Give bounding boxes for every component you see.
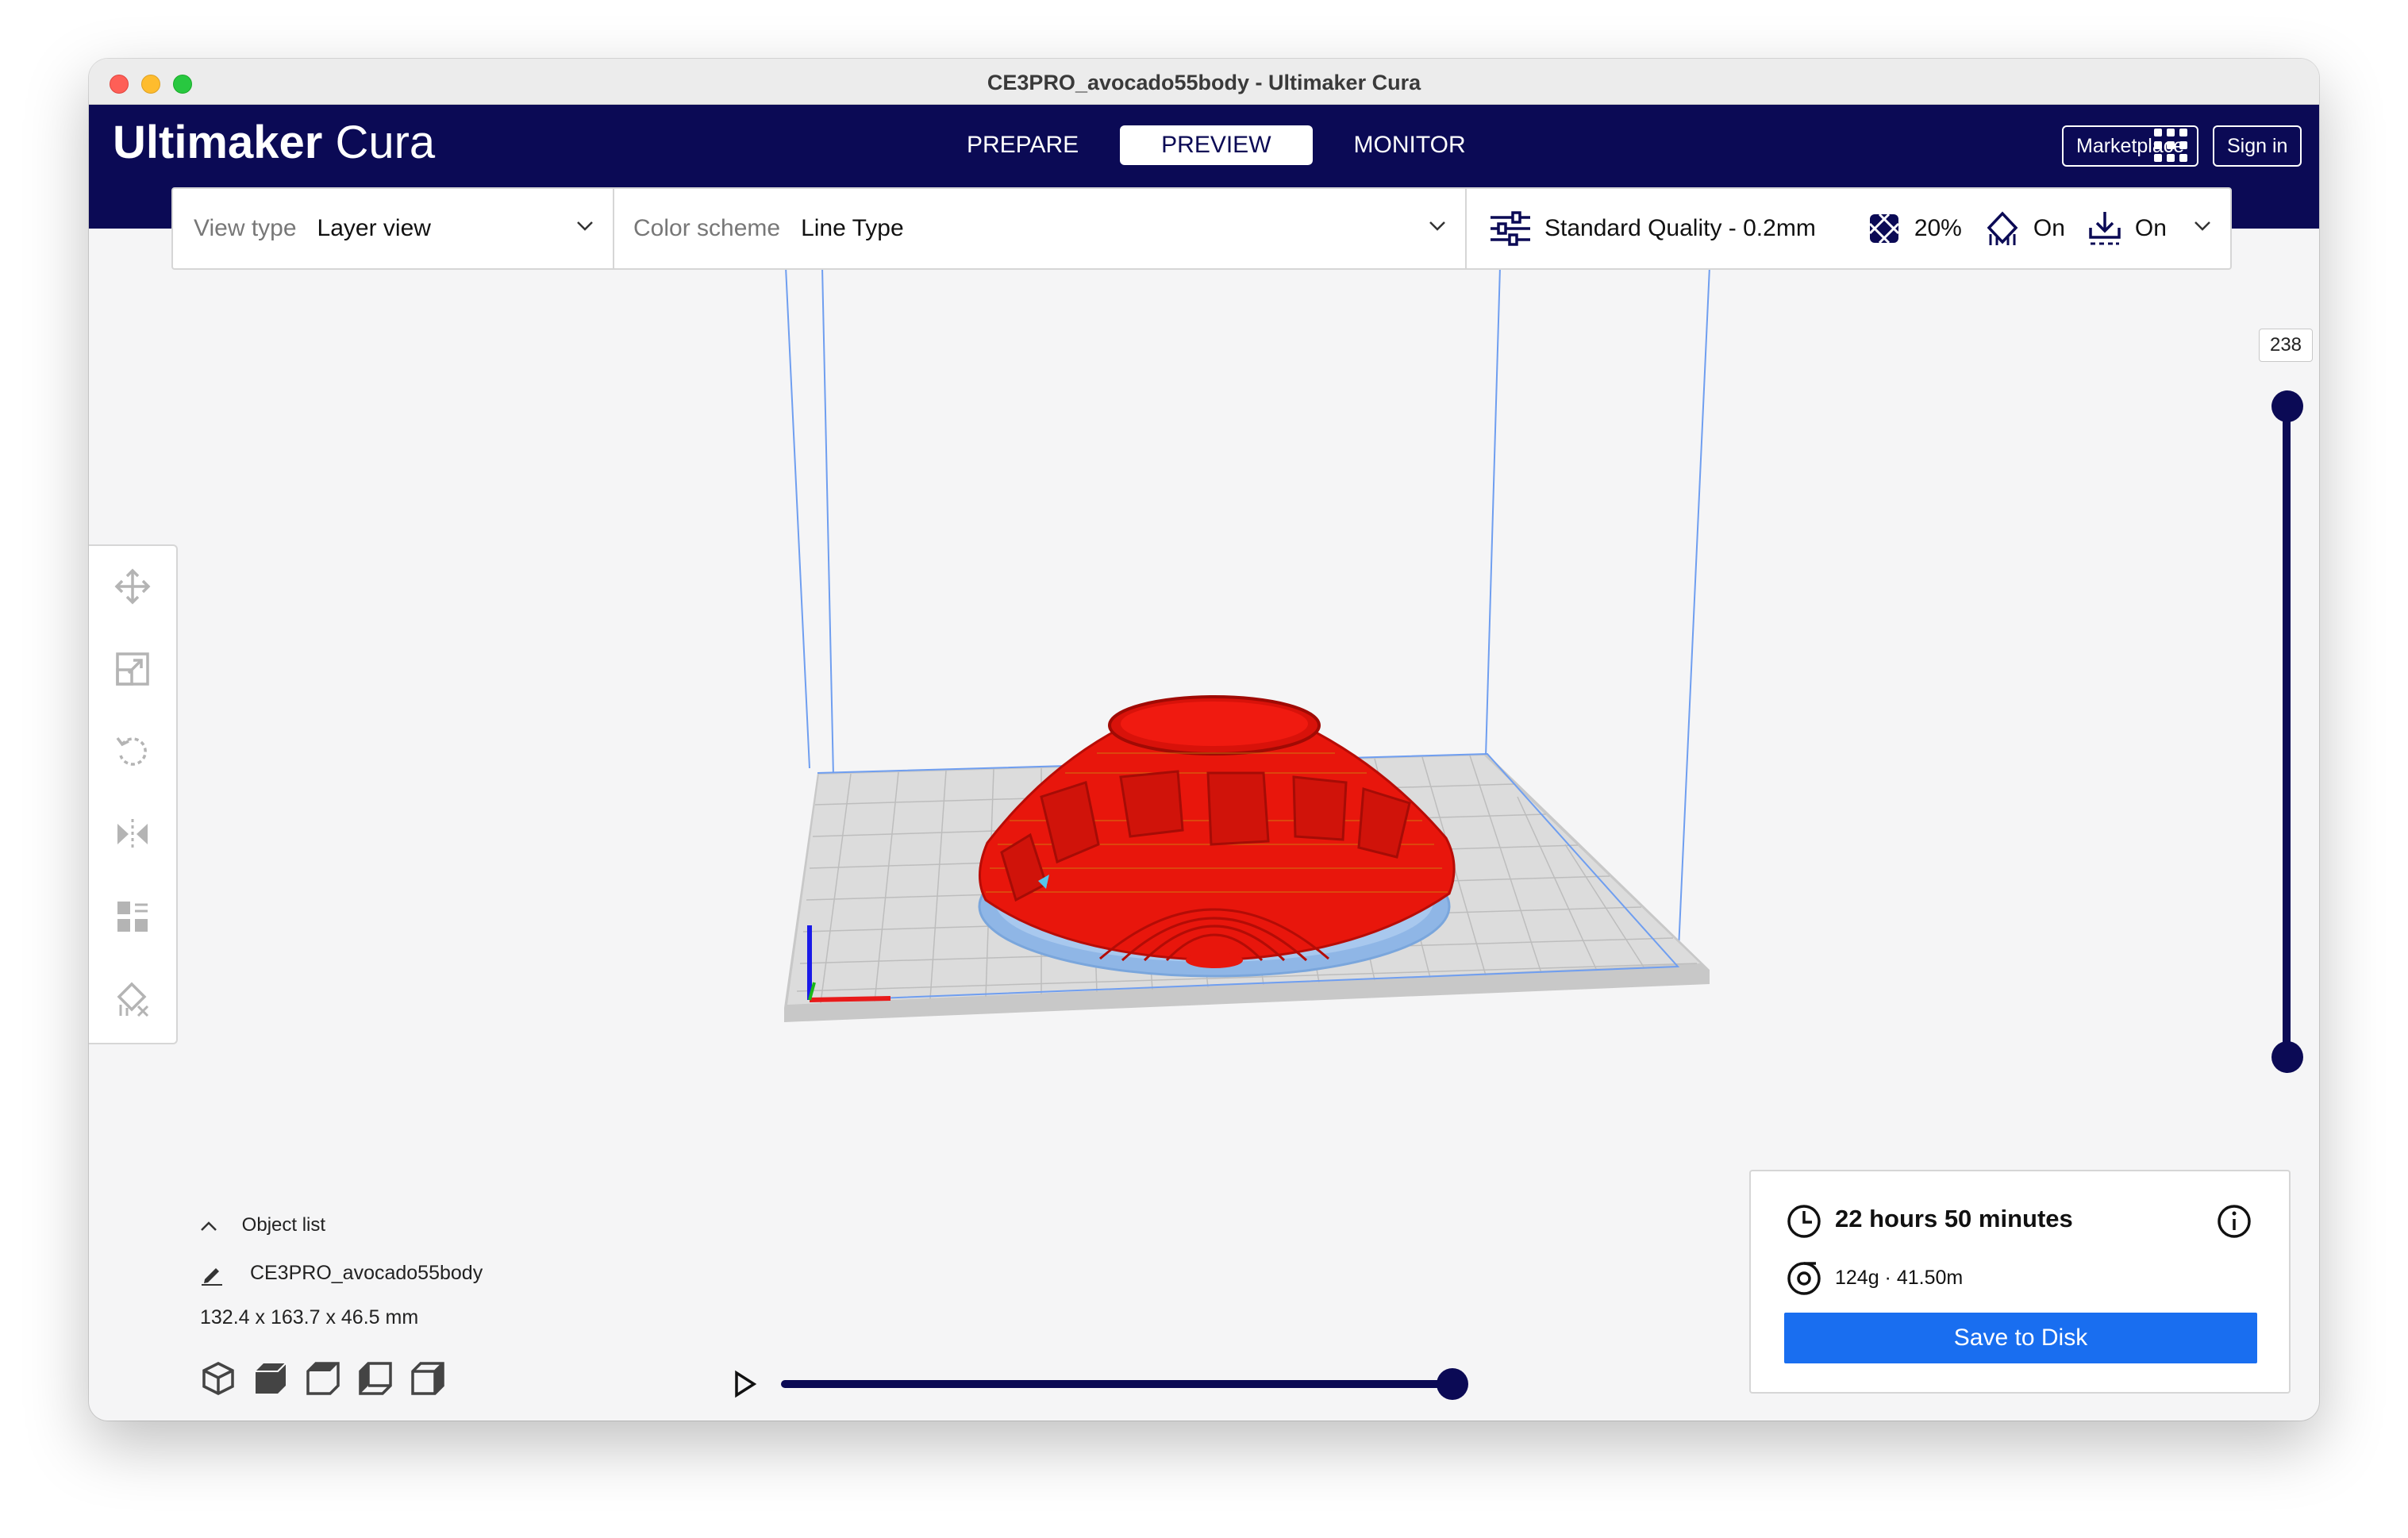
color-scheme-value: Line Type <box>801 215 904 241</box>
clock-icon <box>1787 1205 1821 1238</box>
object-name: CE3PRO_avocado55body <box>249 1262 483 1284</box>
support-value: On <box>2033 215 2065 241</box>
print-time: 22 hours 50 minutes <box>1835 1205 2073 1232</box>
settings-sliders-icon <box>1491 211 1530 246</box>
quality-profile: Standard Quality - 0.2mm <box>1544 215 1816 241</box>
view-type-label: View type <box>194 215 297 241</box>
camera-view-buttons <box>200 1360 446 1397</box>
color-scheme-dropdown[interactable]: Color scheme Line Type <box>614 189 1467 268</box>
chevron-down-icon <box>577 221 593 231</box>
layer-slider-track[interactable] <box>2283 390 2291 1073</box>
top-view-icon[interactable] <box>305 1360 341 1397</box>
simulation-slider-track[interactable] <box>781 1380 1457 1388</box>
current-layer-input[interactable]: 238 <box>2259 329 2313 362</box>
mirror-icon[interactable] <box>114 816 151 852</box>
support-icon <box>1987 211 2018 245</box>
left-view-icon[interactable] <box>357 1360 394 1397</box>
chevron-down-icon <box>1429 221 1445 231</box>
per-model-settings-icon[interactable] <box>114 898 151 935</box>
view-toolbar: View type Layer view Color scheme Line T… <box>171 187 2232 270</box>
info-icon[interactable] <box>2216 1203 2252 1240</box>
right-view-icon[interactable] <box>410 1360 446 1397</box>
tool-panel <box>89 544 178 1044</box>
pencil-icon <box>202 1268 222 1286</box>
color-scheme-label: Color scheme <box>633 215 781 241</box>
save-to-disk-button[interactable]: Save to Disk <box>1784 1313 2257 1363</box>
layer-slider-top-handle[interactable] <box>2271 390 2303 422</box>
view-type-value: Layer view <box>317 215 431 241</box>
object-list-toggle[interactable]: Object list <box>200 1214 517 1236</box>
move-icon[interactable] <box>114 568 151 605</box>
adhesion-value: On <box>2134 215 2167 241</box>
view-type-dropdown[interactable]: View type Layer view <box>173 189 614 268</box>
x-axis-indicator <box>809 996 891 1002</box>
print-info-panel: 22 hours 50 minutes 124g · 41.50m Save t… <box>1749 1170 2291 1394</box>
scale-icon[interactable] <box>114 651 151 687</box>
rotate-icon[interactable] <box>114 733 151 770</box>
filament-spool-icon <box>1787 1262 1821 1295</box>
object-list-heading: Object list <box>241 1214 326 1236</box>
front-view-icon[interactable] <box>252 1360 289 1397</box>
play-icon[interactable] <box>730 1370 759 1398</box>
object-list-item[interactable]: CE3PRO_avocado55body <box>200 1262 597 1286</box>
object-dimensions: 132.4 x 163.7 x 46.5 mm <box>200 1306 419 1328</box>
material-usage: 124g · 41.50m <box>1835 1267 1964 1289</box>
3d-view-icon[interactable] <box>200 1360 237 1397</box>
layer-slider-bottom-handle[interactable] <box>2271 1041 2303 1073</box>
cura-window: CE3PRO_avocado55body - Ultimaker Cura Ul… <box>89 59 2319 1421</box>
support-blocker-icon[interactable] <box>114 981 151 1017</box>
chevron-up-icon <box>201 1221 217 1231</box>
simulation-slider-handle[interactable] <box>1437 1368 1468 1400</box>
infill-value: 20% <box>1914 215 1962 241</box>
adhesion-icon <box>2089 212 2121 245</box>
infill-icon <box>1868 213 1899 244</box>
chevron-down-icon <box>2195 221 2210 231</box>
print-settings-selector[interactable]: Standard Quality - 0.2mm 20% On On <box>1467 189 2230 268</box>
